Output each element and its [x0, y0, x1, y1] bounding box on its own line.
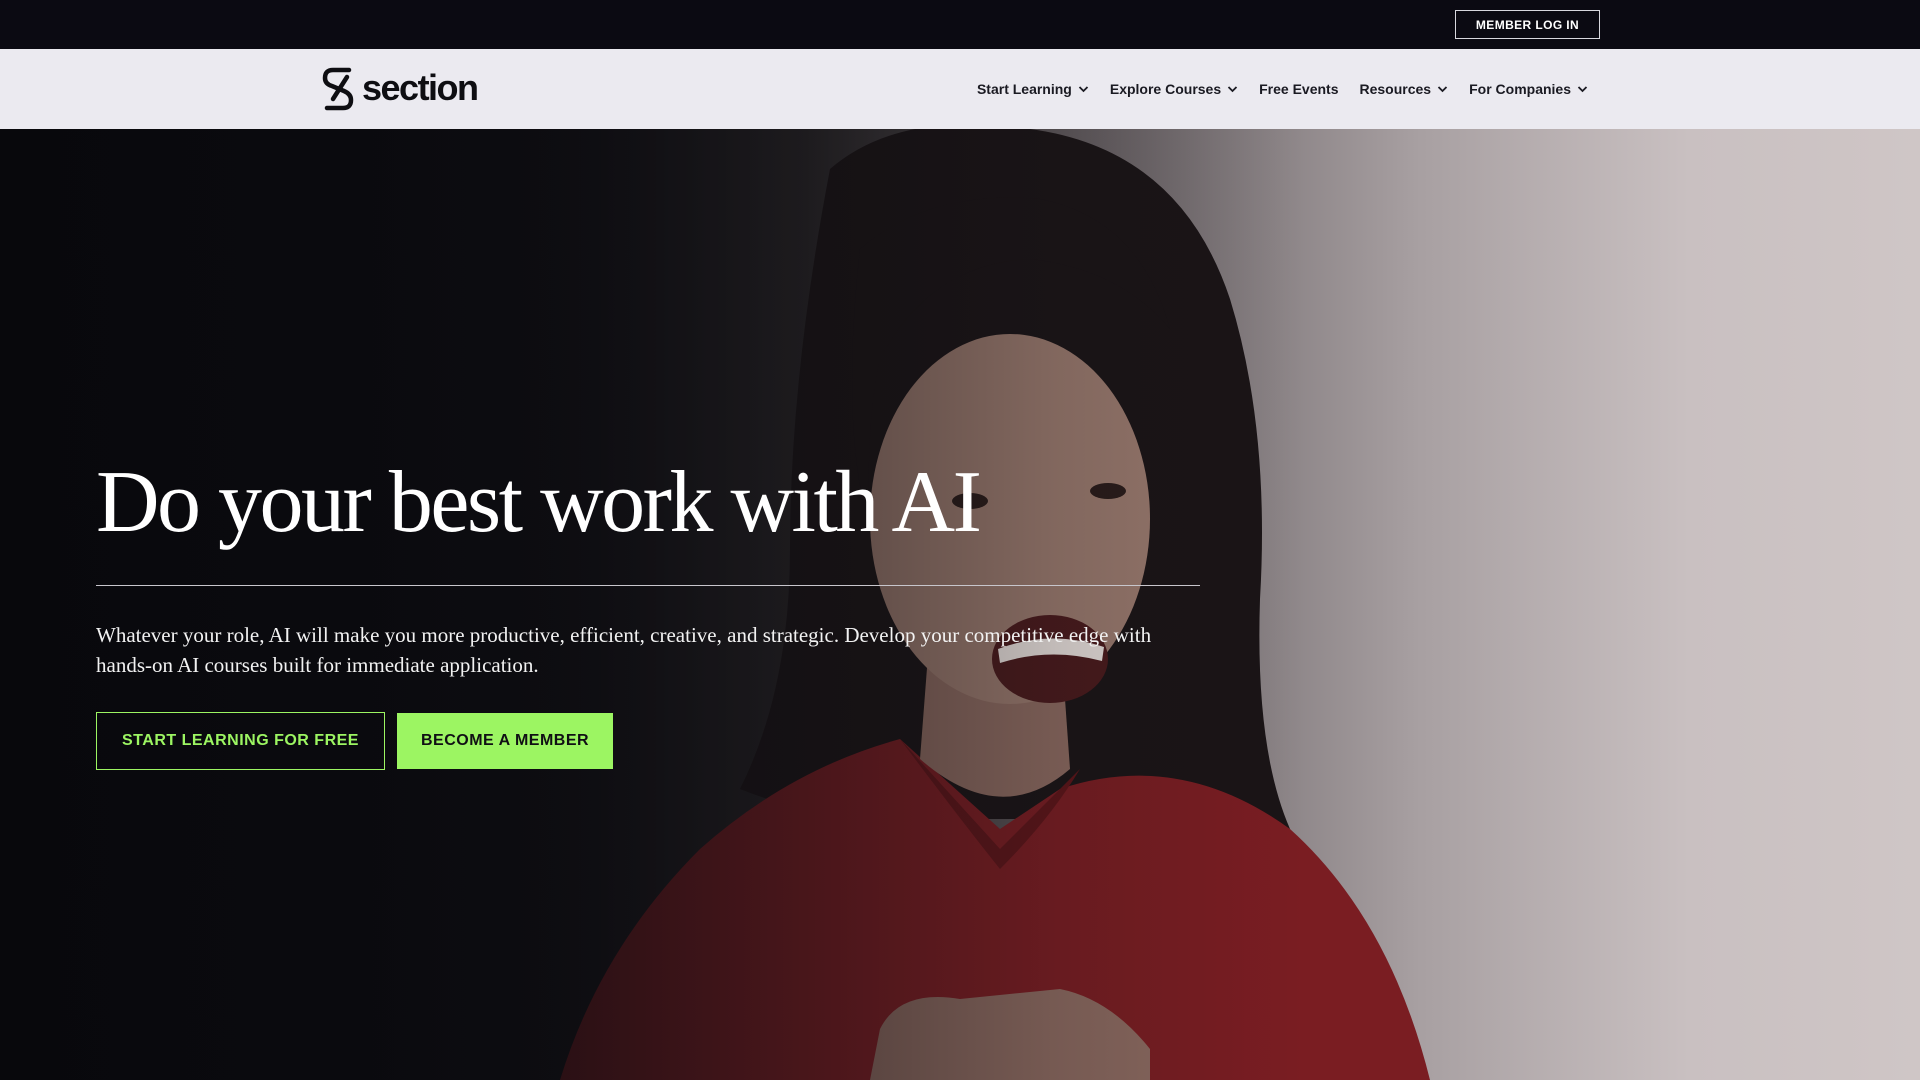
nav-item-start-learning[interactable]: Start Learning	[977, 81, 1089, 97]
nav-item-label: For Companies	[1469, 81, 1571, 97]
hero-divider	[96, 585, 1200, 586]
hero-subtitle: Whatever your role, AI will make you mor…	[96, 623, 1152, 677]
hero-cta-row: START LEARNING FOR FREE BECOME A MEMBER	[96, 712, 1200, 770]
chevron-down-icon	[1577, 86, 1588, 93]
section-s-logo-icon	[322, 67, 354, 111]
member-login-button[interactable]: MEMBER LOG IN	[1455, 10, 1600, 39]
chevron-down-icon	[1078, 86, 1088, 93]
become-member-button[interactable]: BECOME A MEMBER	[396, 713, 614, 769]
nav-item-resources[interactable]: Resources	[1360, 81, 1449, 97]
main-nav: section Start Learning Explore Courses F…	[0, 49, 1920, 129]
hero-content: Do your best work with AI Whatever your …	[96, 459, 1200, 770]
chevron-down-icon	[1227, 86, 1238, 93]
nav-item-free-events[interactable]: Free Events	[1259, 81, 1338, 97]
section-logo[interactable]: section	[320, 63, 479, 115]
nav-item-label: Free Events	[1259, 81, 1339, 97]
hero-section: Do your best work with AI Whatever your …	[0, 129, 1920, 1080]
brand-name: section	[362, 67, 479, 108]
nav-item-label: Explore Courses	[1109, 81, 1222, 97]
hero-title: Do your best work with AI	[96, 454, 982, 551]
utility-bar: MEMBER LOG IN	[0, 0, 1920, 49]
nav-item-label: Start Learning	[976, 81, 1072, 97]
nav-item-for-companies[interactable]: For Companies	[1469, 81, 1588, 97]
nav-item-explore-courses[interactable]: Explore Courses	[1110, 81, 1238, 97]
start-learning-free-button[interactable]: START LEARNING FOR FREE	[96, 712, 385, 770]
nav-links: Start Learning Explore Courses Free Even…	[977, 49, 1588, 129]
nav-item-label: Resources	[1359, 81, 1432, 97]
chevron-down-icon	[1437, 86, 1448, 93]
